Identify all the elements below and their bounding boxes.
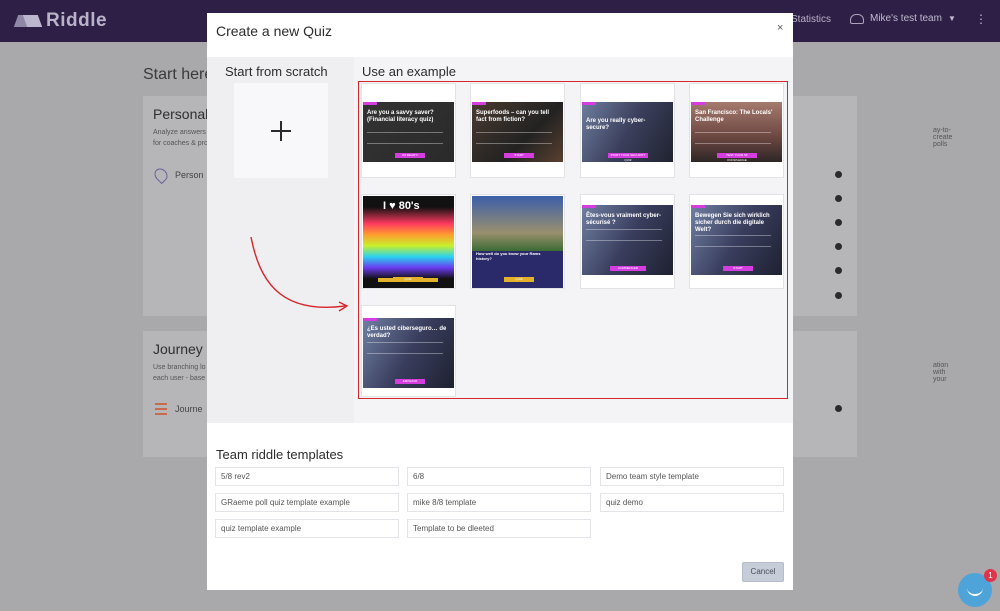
modal-title: Create a new Quiz	[216, 23, 332, 39]
example-title: Superfoods – can you tell fact from fict…	[476, 110, 550, 123]
thumbnail-button: I'M READY!	[395, 153, 425, 158]
use-an-example-pane: Use an example Are you a savvy saver? (F…	[354, 57, 793, 423]
info-dot-icon[interactable]	[835, 219, 842, 226]
cancel-button[interactable]: Cancel	[742, 562, 784, 582]
riddle-logo[interactable]: Riddle	[16, 10, 107, 32]
team-template-item[interactable]: 5/8 rev2	[215, 467, 399, 486]
info-dot-icon[interactable]	[835, 267, 842, 274]
page-title: Start here	[143, 66, 214, 83]
example-tile[interactable]: Êtes-vous vraiment cyber-sécurisé ? COMM…	[580, 194, 675, 289]
team-name: Mike's test team	[870, 13, 942, 24]
start-from-scratch-pane: Start from scratch	[207, 57, 354, 423]
team-template-item[interactable]: 6/8	[407, 467, 591, 486]
thumbnail-button: START	[723, 266, 753, 271]
thumbnail-text-lines	[695, 132, 771, 144]
thumbnail-button: COMMENCER	[610, 266, 646, 271]
info-dot-icon[interactable]	[835, 243, 842, 250]
thumbnail-button: EMPEZAR	[395, 379, 425, 384]
team-template-item[interactable]: GRaeme poll quiz template example	[215, 493, 399, 512]
team-template-item[interactable]: Template to be dleeted	[407, 519, 591, 538]
thumbnail-accent	[363, 318, 377, 321]
thumbnail-text-lines	[586, 229, 662, 241]
thumbnail-button: START	[504, 153, 534, 158]
card-item-label: Person	[175, 170, 204, 180]
info-dot-icon[interactable]	[835, 195, 842, 202]
info-dot-icon[interactable]	[835, 292, 842, 299]
nav-statistics[interactable]: Statistics	[791, 14, 831, 25]
example-thumbnail: Are you a savvy saver? (Financial litera…	[363, 102, 454, 162]
example-tile[interactable]: Superfoods – can you tell fact from fict…	[470, 83, 565, 178]
thumbnail-accent	[691, 102, 705, 105]
example-tile[interactable]: How well do you know your Rams history? …	[470, 194, 565, 289]
team-template-item[interactable]: quiz template example	[215, 519, 399, 538]
example-thumbnail: Êtes-vous vraiment cyber-sécurisé ? COMM…	[582, 205, 673, 275]
thumbnail-text-lines	[476, 132, 552, 144]
example-title: Êtes-vous vraiment cyber-sécurisé ?	[586, 213, 662, 226]
example-title: Are you a savvy saver? (Financial litera…	[367, 110, 434, 123]
example-tile[interactable]: ¿Es usted ciberseguro… de verdad? EMPEZA…	[361, 305, 456, 397]
thumbnail-accent	[472, 102, 486, 105]
card-description: Analyze answers	[153, 129, 206, 136]
example-thumbnail: Are you really cyber-secure? START YOUR …	[582, 102, 673, 162]
team-templates-heading: Team riddle templates	[216, 447, 344, 462]
example-title: ¿Es usted ciberseguro… de verdad?	[367, 326, 447, 339]
example-title: Are you really cyber-secure?	[586, 118, 646, 131]
list-icon	[155, 403, 167, 415]
team-switcher[interactable]: Mike's test team ▼	[850, 13, 956, 24]
thumbnail-accent	[582, 102, 596, 105]
team-template-item[interactable]: Demo team style template	[600, 467, 784, 486]
create-blank-quiz-button[interactable]	[234, 83, 328, 178]
example-tile[interactable]: I ♥ 80's QUIZ	[361, 194, 456, 289]
card-item-label: Journe	[175, 404, 203, 414]
example-title: San Francisco: The Locals' Challenge	[695, 110, 773, 123]
riddle-logo-icon	[16, 12, 40, 30]
card-description: Use branching lo	[153, 364, 206, 371]
chat-notification-badge: 1	[984, 569, 997, 582]
card-description-right: ay-to-create polls	[933, 127, 953, 148]
example-thumbnail: Bewegen Sie sich wirklich sicher durch d…	[691, 205, 782, 275]
example-tile[interactable]: Are you a savvy saver? (Financial litera…	[361, 83, 456, 178]
example-tile[interactable]: Bewegen Sie sich wirklich sicher durch d…	[689, 194, 784, 289]
card-heading: Personal	[153, 106, 209, 122]
card-description-right: ation with your	[933, 362, 949, 383]
example-title: How well do you know your Rams history?	[476, 251, 541, 261]
more-menu-icon[interactable]: ⋮	[975, 12, 987, 26]
thumbnail-button: QUIZ	[393, 277, 423, 282]
card-item[interactable]: Journe	[155, 403, 203, 415]
example-title: I ♥ 80's	[383, 200, 420, 212]
example-title: Bewegen Sie sich wirklich sicher durch d…	[695, 213, 770, 233]
location-pin-icon	[151, 165, 171, 185]
example-thumbnail: How well do you know your Rams history? …	[472, 196, 563, 288]
create-quiz-modal: Create a new Quiz × Start from scratch U…	[207, 13, 793, 590]
thumbnail-button: START YOUR SECURITY QUIZ	[608, 153, 648, 162]
info-dot-icon[interactable]	[835, 405, 842, 412]
info-dot-icon[interactable]	[835, 171, 842, 178]
card-description-line2: for coaches & pro	[153, 140, 208, 147]
thumbnail-text-lines	[367, 342, 443, 354]
card-heading: Journey	[153, 341, 203, 357]
scratch-heading: Start from scratch	[225, 64, 328, 79]
card-item[interactable]: Person	[151, 165, 204, 185]
team-template-item[interactable]: quiz demo	[600, 493, 784, 512]
team-icon	[850, 13, 864, 24]
example-thumbnail: Superfoods – can you tell fact from fict…	[472, 102, 563, 162]
thumbnail-accent	[363, 102, 377, 105]
example-thumbnail: ¿Es usted ciberseguro… de verdad? EMPEZA…	[363, 318, 454, 388]
example-tile[interactable]: Are you really cyber-secure? START YOUR …	[580, 83, 675, 178]
thumbnail-accent	[582, 205, 596, 208]
thumbnail-accent	[691, 205, 705, 208]
thumbnail-text-lines	[367, 132, 443, 144]
example-thumbnail: I ♥ 80's QUIZ	[363, 196, 454, 288]
chevron-down-icon: ▼	[947, 14, 956, 23]
team-template-item[interactable]: mike 8/8 template	[407, 493, 591, 512]
close-icon[interactable]: ×	[777, 22, 783, 34]
thumbnail-button: QUIZ	[504, 277, 534, 282]
thumbnail-button: TEST YOUR SF KNOWLEDGE	[717, 153, 757, 162]
example-tile[interactable]: San Francisco: The Locals' Challenge TES…	[689, 83, 784, 178]
thumbnail-text-lines	[695, 235, 771, 247]
card-description-line2: each user - base	[153, 375, 206, 382]
example-heading: Use an example	[362, 64, 456, 79]
brand-name: Riddle	[46, 10, 108, 31]
example-thumbnail: San Francisco: The Locals' Challenge TES…	[691, 102, 782, 162]
